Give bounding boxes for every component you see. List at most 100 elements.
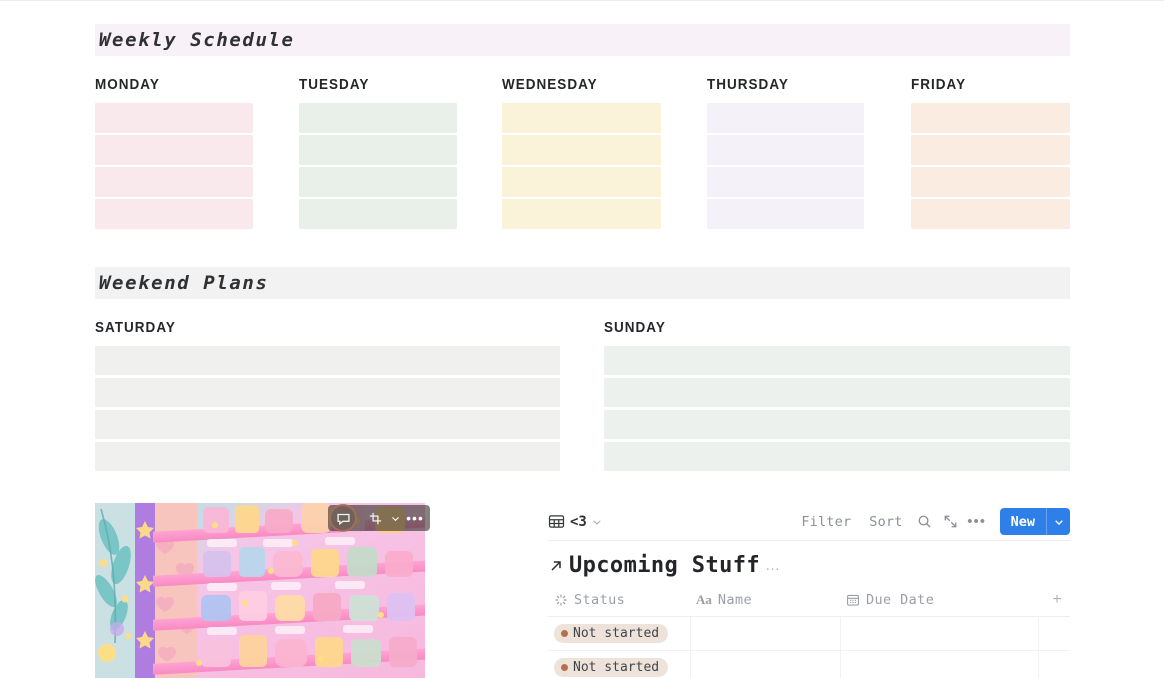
day-column-saturday: SATURDAY bbox=[95, 320, 560, 471]
status-badge[interactable]: Not started bbox=[554, 658, 669, 677]
weekly-schedule-banner: Weekly Schedule bbox=[95, 24, 1070, 56]
status-dot-icon bbox=[561, 664, 568, 671]
schedule-slot[interactable] bbox=[95, 199, 253, 229]
new-button-chevron-down-icon[interactable] bbox=[1046, 508, 1070, 535]
chevron-down-icon[interactable] bbox=[592, 517, 602, 527]
day-label-monday: MONDAY bbox=[95, 77, 160, 93]
database-toolbar: <3 Filter Sort ••• New bbox=[548, 503, 1070, 541]
filter-button[interactable]: Filter bbox=[792, 514, 860, 530]
comment-icon[interactable] bbox=[329, 504, 357, 532]
cell-spacer bbox=[1038, 650, 1070, 678]
sort-button[interactable]: Sort bbox=[860, 514, 911, 530]
column-header-name[interactable]: Aa Name bbox=[690, 588, 840, 617]
status-badge[interactable]: Not started bbox=[554, 624, 669, 643]
schedule-slot[interactable] bbox=[911, 167, 1070, 197]
arrow-up-right-icon[interactable] bbox=[548, 558, 564, 574]
schedule-slot[interactable] bbox=[502, 103, 661, 133]
status-badge-label: Not started bbox=[573, 626, 660, 641]
schedule-slot[interactable] bbox=[911, 199, 1070, 229]
schedule-slot[interactable] bbox=[502, 167, 661, 197]
slot-list-friday bbox=[911, 103, 1070, 229]
cell-name[interactable] bbox=[690, 616, 841, 651]
weekend-slot[interactable] bbox=[604, 442, 1070, 471]
weekend-slot[interactable] bbox=[604, 346, 1070, 375]
more-options-glyph: ••• bbox=[967, 512, 986, 530]
slot-list-tuesday bbox=[299, 103, 457, 229]
title-aa-icon: Aa bbox=[696, 592, 712, 607]
weekend-slot[interactable] bbox=[95, 378, 560, 407]
top-divider bbox=[0, 0, 1164, 1]
chevron-down-icon[interactable] bbox=[388, 508, 402, 528]
schedule-slot[interactable] bbox=[502, 135, 661, 165]
column-header-due-date[interactable]: Due Date bbox=[840, 588, 1038, 617]
table-row[interactable]: Not started bbox=[548, 650, 1070, 678]
cell-status[interactable]: Not started bbox=[548, 650, 691, 678]
day-column-sunday: SUNDAY bbox=[604, 320, 1070, 471]
schedule-slot[interactable] bbox=[299, 135, 457, 165]
table-body: Not started Not started bbox=[548, 616, 1070, 678]
slot-list-thursday bbox=[707, 103, 864, 229]
weekly-schedule-title: Weekly Schedule bbox=[99, 29, 295, 51]
schedule-slot[interactable] bbox=[707, 199, 864, 229]
expand-collapse-icon[interactable] bbox=[938, 510, 964, 534]
table-row[interactable]: Not started bbox=[548, 616, 1070, 651]
database-title-row: Upcoming Stuff … bbox=[548, 541, 1070, 588]
day-column-wednesday: WEDNESDAY bbox=[502, 77, 661, 229]
schedule-slot[interactable] bbox=[299, 167, 457, 197]
column-header-status[interactable]: Status bbox=[548, 588, 690, 617]
image-crop-icon[interactable] bbox=[364, 508, 386, 528]
schedule-slot[interactable] bbox=[911, 103, 1070, 133]
weekend-slot[interactable] bbox=[95, 346, 560, 375]
database-view-name: <3 bbox=[570, 513, 587, 530]
more-options-glyph: ••• bbox=[406, 510, 424, 526]
schedule-slot[interactable] bbox=[707, 135, 864, 165]
day-label-sunday: SUNDAY bbox=[604, 320, 666, 336]
schedule-slot[interactable] bbox=[502, 199, 661, 229]
add-column-button[interactable]: + bbox=[1038, 588, 1070, 617]
more-options-icon[interactable]: ••• bbox=[404, 508, 426, 528]
more-options-icon[interactable]: ••• bbox=[964, 510, 990, 534]
cell-name[interactable] bbox=[690, 650, 841, 678]
schedule-slot[interactable] bbox=[299, 103, 457, 133]
schedule-slot[interactable] bbox=[95, 135, 253, 165]
upcoming-stuff-table: Status Aa Name Due Date + Not started No… bbox=[548, 588, 1070, 678]
slot-list-wednesday bbox=[502, 103, 661, 229]
weekend-slot[interactable] bbox=[604, 378, 1070, 407]
table-header: Status Aa Name Due Date + bbox=[548, 588, 1070, 617]
cell-due-date[interactable] bbox=[840, 616, 1039, 651]
day-column-monday: MONDAY bbox=[95, 77, 253, 229]
day-label-friday: FRIDAY bbox=[911, 77, 967, 93]
status-badge-label: Not started bbox=[573, 660, 660, 675]
schedule-slot[interactable] bbox=[911, 135, 1070, 165]
cell-due-date[interactable] bbox=[840, 650, 1039, 678]
status-dot-icon bbox=[561, 630, 568, 637]
day-column-friday: FRIDAY bbox=[911, 77, 1070, 229]
schedule-slot[interactable] bbox=[707, 167, 864, 197]
weekend-slot[interactable] bbox=[604, 410, 1070, 439]
plus-icon: + bbox=[1052, 591, 1062, 608]
day-label-wednesday: WEDNESDAY bbox=[502, 77, 598, 93]
new-button[interactable]: New bbox=[999, 508, 1070, 535]
calendar-icon bbox=[846, 593, 860, 607]
schedule-slot[interactable] bbox=[95, 103, 253, 133]
table-header-row: Status Aa Name Due Date + bbox=[548, 588, 1070, 617]
schedule-slot[interactable] bbox=[299, 199, 457, 229]
cell-spacer bbox=[1038, 616, 1070, 651]
day-label-saturday: SATURDAY bbox=[95, 320, 176, 336]
slot-list-sunday bbox=[604, 346, 1070, 471]
slot-list-saturday bbox=[95, 346, 560, 471]
cell-status[interactable]: Not started bbox=[548, 616, 691, 651]
new-button-label: New bbox=[1010, 513, 1035, 530]
database-panel: <3 Filter Sort ••• New Upcoming Stuff … … bbox=[548, 503, 1070, 678]
notion-page: Weekly Schedule MONDAY TUESDAY WEDNESDAY bbox=[0, 0, 1164, 678]
database-view-selector[interactable]: <3 bbox=[548, 511, 606, 532]
weekend-slot[interactable] bbox=[95, 410, 560, 439]
day-column-tuesday: TUESDAY bbox=[299, 77, 457, 229]
day-label-thursday: THURSDAY bbox=[707, 77, 789, 93]
database-title-more-icon[interactable]: … bbox=[765, 558, 781, 573]
weekend-slot[interactable] bbox=[95, 442, 560, 471]
database-title[interactable]: Upcoming Stuff bbox=[569, 553, 760, 578]
schedule-slot[interactable] bbox=[707, 103, 864, 133]
search-icon[interactable] bbox=[912, 510, 938, 534]
schedule-slot[interactable] bbox=[95, 167, 253, 197]
